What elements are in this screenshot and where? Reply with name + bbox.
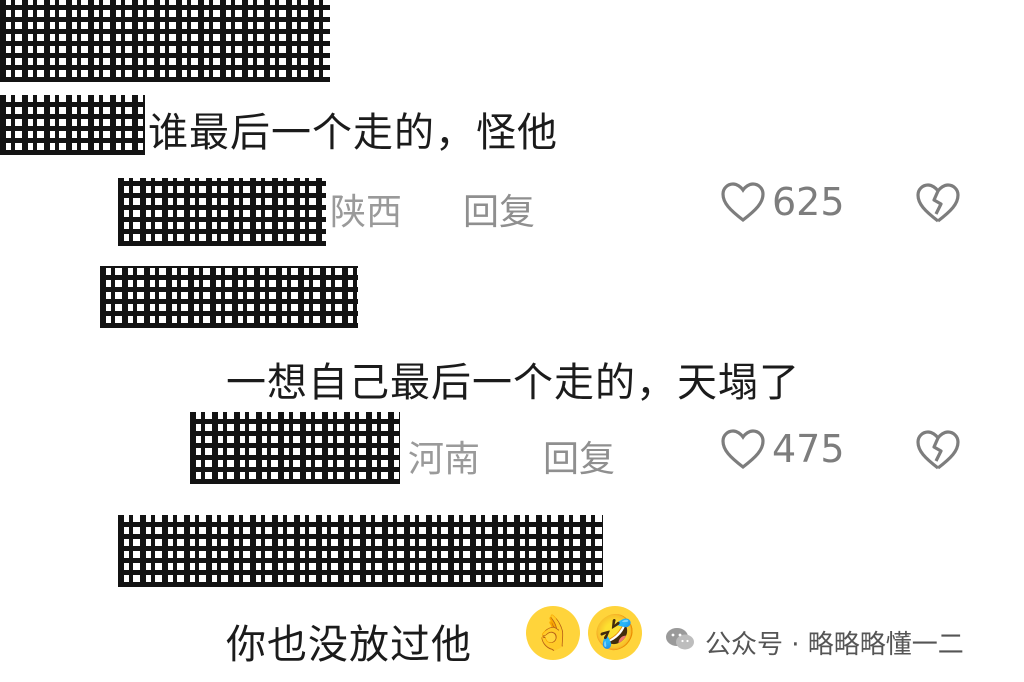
comment-location-1: 陕西 [330,192,403,233]
comment-text-3: 你也没放过他 [226,622,472,668]
censored-avatar-1 [0,0,330,82]
like-button-1[interactable]: 625 [720,180,845,224]
heart-outline-icon [720,181,766,223]
dislike-button-2[interactable] [915,429,961,471]
censored-username-4 [190,412,400,484]
censored-username-2 [118,178,326,246]
reply-button-1[interactable]: 回复 [463,183,535,235]
censored-username-1 [0,95,145,155]
dislike-button-1[interactable] [915,182,961,224]
laughing-tears-emoji-icon: 🤣 [588,606,642,660]
wechat-icon [665,626,695,659]
watermark-text: 公众号 · 略略略懂一二 [705,630,964,660]
comment-emojis: 👌 🤣 [526,606,642,660]
comment-location-2: 河南 [408,439,481,480]
ok-hand-emoji-icon: 👌 [526,606,580,660]
comment-text-1: 谁最后一个走的，怪他 [148,110,558,156]
watermark: 公众号 · 略略略懂一二 [655,620,974,665]
reply-button-2[interactable]: 回复 [543,430,615,482]
like-count-1: 625 [772,180,845,224]
comment-text-2: 一想自己最后一个走的，天塌了 [226,360,800,406]
like-button-2[interactable]: 475 [720,427,845,471]
heart-outline-icon [720,428,766,470]
censored-username-3 [100,266,358,328]
like-count-2: 475 [772,427,845,471]
censored-username-5 [118,515,603,587]
